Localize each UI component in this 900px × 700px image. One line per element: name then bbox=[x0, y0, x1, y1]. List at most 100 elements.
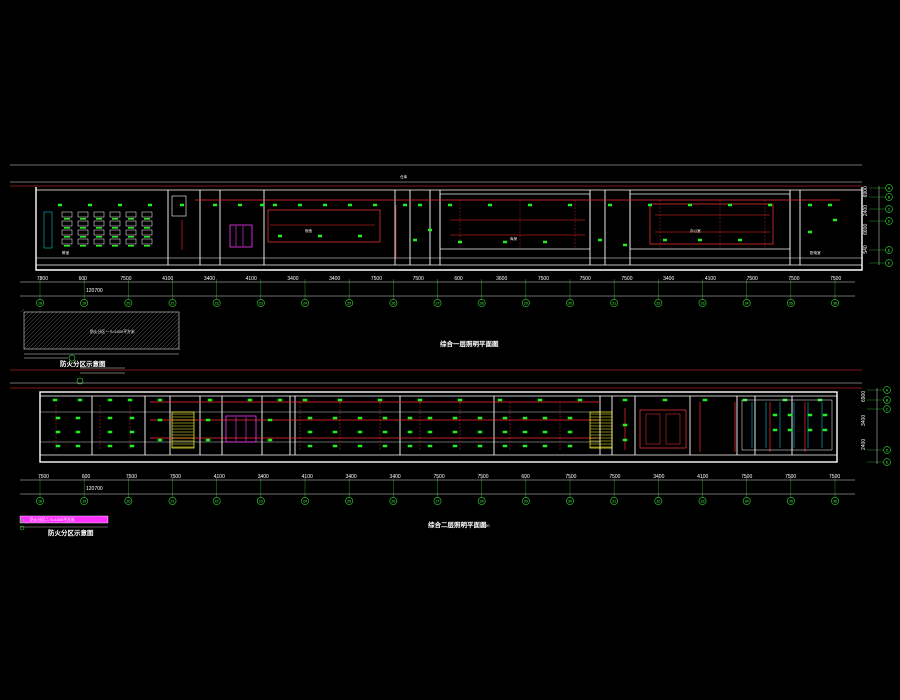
light-fixture bbox=[822, 413, 828, 417]
dim-text: 7800 bbox=[37, 276, 48, 282]
axis-label-33: 33 bbox=[701, 301, 705, 305]
dim-text: 7500 bbox=[434, 474, 445, 480]
axis-label-31: 31 bbox=[612, 301, 616, 305]
light-fixture bbox=[58, 203, 62, 207]
light-fixture bbox=[307, 444, 313, 448]
axis-label-23: 23 bbox=[259, 301, 263, 305]
light-fixture bbox=[358, 234, 362, 238]
right-dim-text: 6900 bbox=[861, 391, 867, 402]
axis-label-20: 20 bbox=[126, 301, 130, 305]
desk-chair bbox=[112, 245, 118, 247]
light-fixture bbox=[738, 238, 742, 242]
desk-chair bbox=[128, 227, 134, 229]
light-fixture bbox=[787, 428, 793, 432]
dim-text: 7500 bbox=[126, 474, 137, 480]
light-fixture bbox=[622, 423, 628, 427]
light-fixture bbox=[427, 416, 433, 420]
light-fixture bbox=[148, 203, 152, 207]
dim-text: 7500 bbox=[747, 276, 758, 282]
dim-text: 3400 bbox=[204, 276, 215, 282]
dim-text: 7500 bbox=[170, 474, 181, 480]
light-fixture bbox=[413, 238, 417, 242]
dim-text: 7500 bbox=[785, 474, 796, 480]
light-fixture bbox=[373, 203, 377, 207]
plan2-scale: 1:100 bbox=[480, 524, 490, 528]
light-fixture bbox=[477, 416, 483, 420]
desk-chair bbox=[96, 218, 102, 220]
dim-text: 3400 bbox=[287, 276, 298, 282]
light-fixture bbox=[807, 413, 813, 417]
light-fixture bbox=[129, 430, 135, 434]
light-fixture bbox=[567, 444, 573, 448]
room-label-2: 宿舍 bbox=[305, 228, 313, 233]
light-fixture bbox=[260, 203, 264, 207]
light-fixture bbox=[129, 444, 135, 448]
dim-text: 7500 bbox=[565, 474, 576, 480]
dim-text: 7500 bbox=[120, 276, 131, 282]
axis-label-29: 29 bbox=[524, 301, 528, 305]
dim-text: 4100 bbox=[697, 474, 708, 480]
plan2-total-dim: 120700 bbox=[86, 486, 103, 492]
light-fixture bbox=[522, 416, 528, 420]
light-fixture bbox=[77, 398, 83, 402]
light-fixture bbox=[772, 428, 778, 432]
dim-text: 600 bbox=[79, 276, 88, 282]
right-dim-text: 2400 bbox=[863, 205, 869, 216]
dim-text: 3400 bbox=[346, 474, 357, 480]
plan1-legend-note: 防火分区一 S=1000平方米 bbox=[90, 329, 135, 334]
desk-chair bbox=[128, 236, 134, 238]
axis-label-21: 21 bbox=[171, 301, 175, 305]
dim-text: 3400 bbox=[329, 276, 340, 282]
axis-label-24: 24 bbox=[303, 499, 307, 503]
axis-label-34: 34 bbox=[745, 301, 749, 305]
desk-chair bbox=[64, 236, 70, 238]
light-fixture bbox=[477, 430, 483, 434]
light-fixture bbox=[307, 416, 313, 420]
dim-text: 3400 bbox=[663, 276, 674, 282]
light-fixture bbox=[278, 234, 282, 238]
light-fixture bbox=[357, 444, 363, 448]
light-fixture bbox=[728, 203, 732, 207]
light-fixture bbox=[382, 430, 388, 434]
light-fixture bbox=[622, 398, 628, 402]
light-fixture bbox=[663, 238, 667, 242]
axis-label-27: 27 bbox=[436, 499, 440, 503]
plan1-legend-title: 防火分区示意图 bbox=[60, 359, 106, 368]
plan2-legend-note: 防火分区二 S=1000平方米 bbox=[30, 517, 75, 522]
right-axis-D: D bbox=[888, 219, 891, 223]
desk-chair bbox=[96, 245, 102, 247]
room-label-6: 仓库 bbox=[400, 174, 408, 179]
light-fixture bbox=[337, 398, 343, 402]
desk-chair bbox=[96, 227, 102, 229]
light-fixture bbox=[452, 444, 458, 448]
light-fixture bbox=[427, 430, 433, 434]
light-fixture bbox=[698, 238, 702, 242]
right-dim-text: 6600 bbox=[863, 224, 869, 235]
light-fixture bbox=[808, 203, 812, 207]
dim-text: 4100 bbox=[705, 276, 716, 282]
light-fixture bbox=[407, 444, 413, 448]
axis-label-23: 23 bbox=[259, 499, 263, 503]
light-fixture bbox=[75, 416, 81, 420]
desk-chair bbox=[144, 218, 150, 220]
axis-label-28: 28 bbox=[480, 499, 484, 503]
light-fixture bbox=[107, 416, 113, 420]
light-fixture bbox=[157, 398, 163, 402]
light-fixture bbox=[452, 430, 458, 434]
dim-text: 7500 bbox=[477, 474, 488, 480]
desk-chair bbox=[112, 218, 118, 220]
plan1-total-dim: 120700 bbox=[86, 288, 103, 294]
light-fixture bbox=[323, 203, 327, 207]
axis-label-18: 18 bbox=[38, 499, 42, 503]
axis-label-25: 25 bbox=[347, 499, 351, 503]
light-fixture bbox=[332, 444, 338, 448]
dim-text: 4100 bbox=[246, 276, 257, 282]
light-fixture bbox=[543, 240, 547, 244]
light-fixture bbox=[332, 430, 338, 434]
light-fixture bbox=[822, 428, 828, 432]
desk-chair bbox=[144, 245, 150, 247]
desk-chair bbox=[80, 245, 86, 247]
desk-chair bbox=[144, 236, 150, 238]
light-fixture bbox=[157, 418, 163, 422]
axis-label-18: 18 bbox=[38, 301, 42, 305]
